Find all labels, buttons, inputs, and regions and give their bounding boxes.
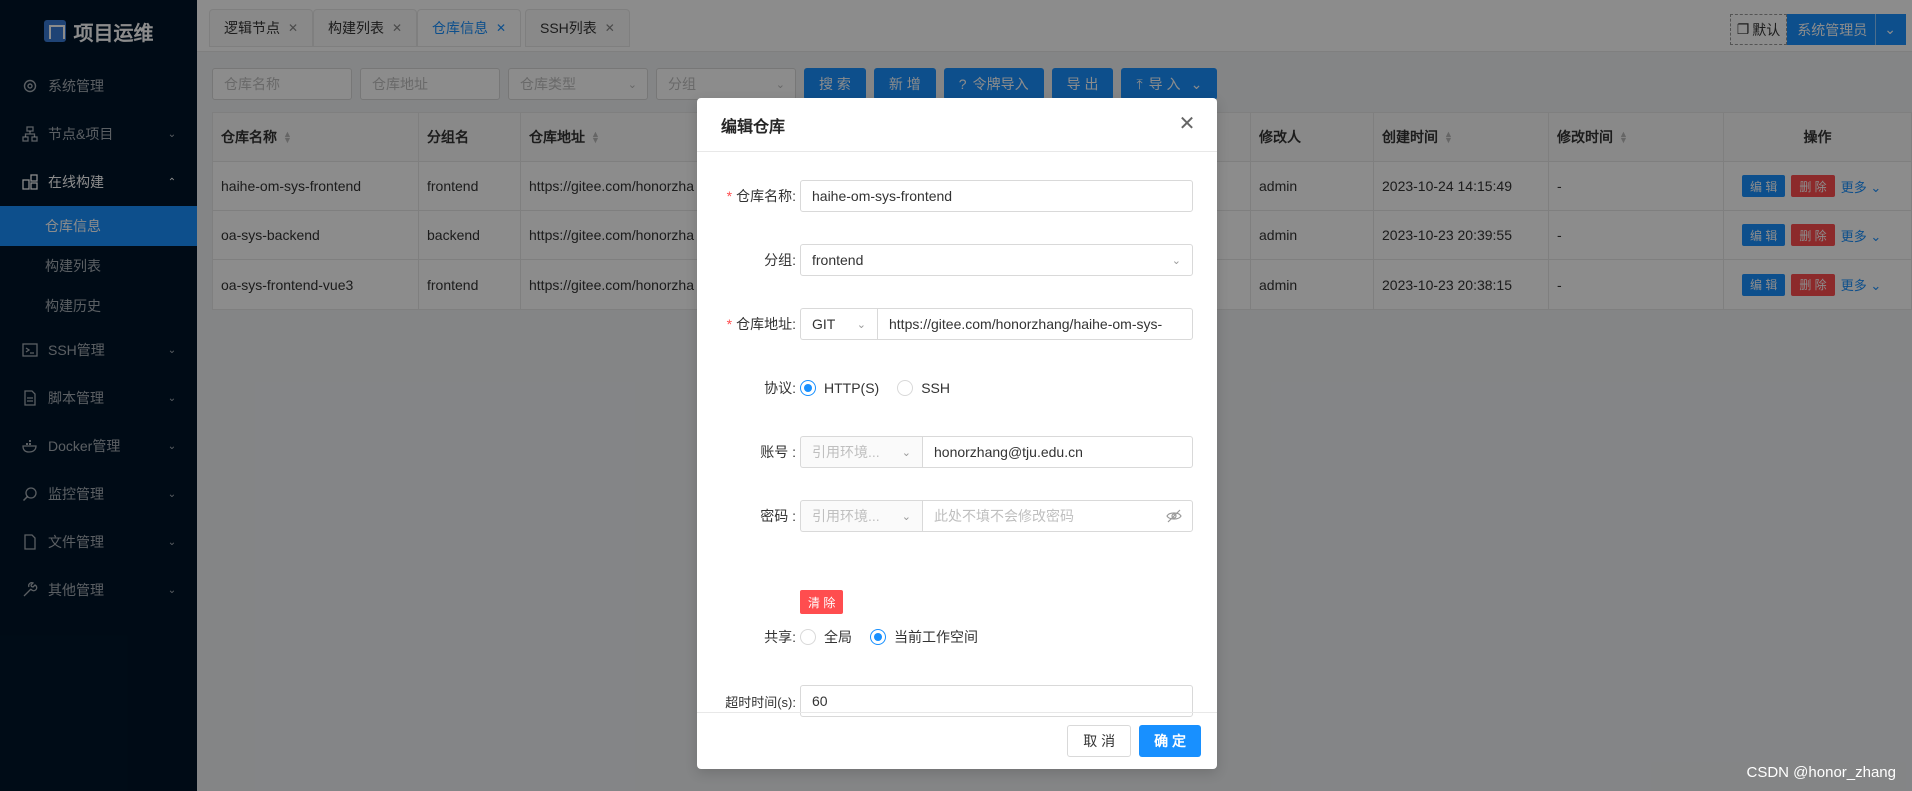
- ok-button[interactable]: 确 定: [1139, 725, 1201, 757]
- watermark: CSDN @honor_zhang: [1746, 764, 1896, 781]
- radio-unchecked-icon: [897, 380, 914, 396]
- clear-password-button[interactable]: 清 除: [800, 590, 844, 614]
- field-label: 分组:: [764, 252, 796, 268]
- repo-url-input[interactable]: https://gitee.com/honorzhang/haihe-om-sy…: [877, 308, 1193, 340]
- field-share: 共享: 全局 当前工作空间: [697, 621, 1193, 653]
- radio-checked-icon: [800, 380, 816, 396]
- protocol-radio-ssh[interactable]: SSH: [897, 380, 950, 396]
- field-password: 密码 : 引用环境... ⌄ 此处不填不会修改密码: [697, 500, 1193, 532]
- password-input[interactable]: 此处不填不会修改密码: [922, 500, 1193, 532]
- account-input[interactable]: honorzhang@tju.edu.cn: [922, 436, 1193, 468]
- modal-body: * 仓库名称: haihe-om-sys-frontend 分组: fronten…: [697, 152, 1217, 717]
- group-select[interactable]: frontend ⌄: [800, 244, 1193, 276]
- field-group: 分组: frontend ⌄: [697, 244, 1193, 276]
- field-account: 账号 : 引用环境... ⌄ honorzhang@tju.edu.cn: [697, 436, 1193, 468]
- field-label: 共享:: [764, 629, 796, 645]
- selected-value: frontend: [812, 252, 864, 268]
- radio-unchecked-icon: [800, 629, 816, 645]
- cancel-button[interactable]: 取 消: [1067, 725, 1132, 757]
- chevron-down-icon: ⌄: [1171, 254, 1181, 267]
- share-radio-workspace[interactable]: 当前工作空间: [870, 627, 978, 647]
- password-env-select[interactable]: 引用环境... ⌄: [800, 500, 922, 532]
- modal-footer: 取 消 确 定: [697, 712, 1217, 769]
- input-placeholder: 此处不填不会修改密码: [934, 508, 1074, 524]
- protocol-radio-http[interactable]: HTTP(S): [800, 380, 879, 396]
- select-placeholder: 引用环境...: [812, 444, 880, 460]
- eye-invisible-icon[interactable]: [1166, 509, 1182, 526]
- chevron-down-icon: ⌄: [901, 510, 911, 523]
- account-env-select[interactable]: 引用环境... ⌄: [800, 436, 922, 468]
- field-label: * 仓库地址:: [726, 316, 796, 332]
- field-repo-name: * 仓库名称: haihe-om-sys-frontend: [697, 180, 1193, 212]
- modal-header: 编辑仓库 ✕: [697, 98, 1217, 152]
- repo-name-input[interactable]: haihe-om-sys-frontend: [800, 180, 1193, 212]
- field-label: 账号 :: [760, 444, 796, 460]
- edit-repo-modal: 编辑仓库 ✕ * 仓库名称: haihe-om-sys-frontend 分组: …: [697, 98, 1217, 769]
- selected-value: GIT: [812, 316, 836, 332]
- chevron-down-icon: ⌄: [901, 446, 911, 459]
- modal-title: 编辑仓库: [721, 118, 786, 136]
- field-label: 密码 :: [760, 508, 796, 524]
- repo-type-select[interactable]: GIT ⌄: [800, 308, 877, 340]
- close-icon[interactable]: ✕: [1177, 114, 1197, 134]
- field-label: 协议:: [764, 380, 796, 396]
- share-radio-global[interactable]: 全局: [800, 627, 852, 647]
- field-label: 超时时间(s):: [725, 694, 796, 710]
- select-placeholder: 引用环境...: [812, 508, 880, 524]
- chevron-down-icon: ⌄: [856, 318, 866, 331]
- field-repo-url: * 仓库地址: GIT ⌄ https://gitee.com/honorzhang…: [697, 308, 1193, 340]
- radio-checked-icon: [870, 629, 886, 645]
- field-protocol: 协议: HTTP(S) SSH: [697, 372, 1193, 404]
- field-label: * 仓库名称:: [726, 188, 796, 204]
